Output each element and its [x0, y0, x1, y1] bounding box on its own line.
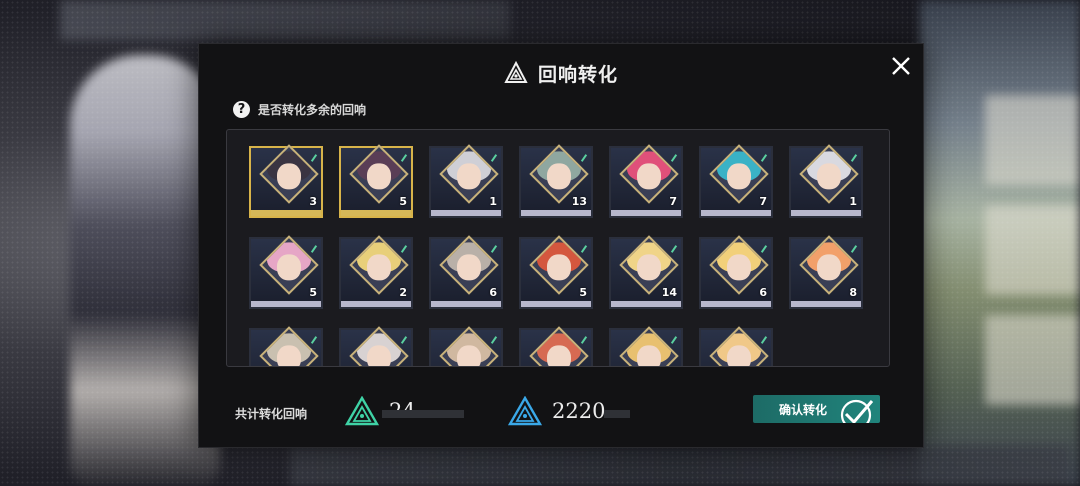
- echo-card[interactable]: 1: [429, 144, 503, 218]
- green-stat-bar: [382, 410, 464, 418]
- blue-stat-bar: [604, 410, 630, 418]
- echo-card[interactable]: 6: [429, 235, 503, 309]
- dialog-title: 回响转化: [537, 63, 618, 86]
- echo-card[interactable]: 3: [249, 144, 323, 218]
- echo-card[interactable]: 5: [519, 235, 593, 309]
- sparkle-icon: [670, 154, 678, 162]
- echo-card[interactable]: 7: [699, 144, 773, 218]
- sparkle-icon: [400, 336, 408, 344]
- echo-count: 8: [849, 286, 857, 299]
- echo-count: 3: [309, 195, 317, 208]
- blue-echo-count: 2220: [552, 399, 606, 423]
- echo-count: 7: [669, 195, 677, 208]
- sparkle-icon: [310, 245, 318, 253]
- echo-card[interactable]: 5: [249, 235, 323, 309]
- blue-tuner-icon: [508, 396, 542, 426]
- echo-grid: 3 5 1 13 7 7 1 5 2 6 5 14 6 8: [249, 144, 863, 366]
- echo-card[interactable]: [249, 326, 323, 366]
- echo-count: 2: [399, 286, 407, 299]
- sparkle-icon: [400, 245, 408, 253]
- total-converted-label: 共计转化回响: [235, 407, 308, 421]
- help-text: 是否转化多余的回响: [258, 103, 367, 117]
- echo-count: 1: [489, 195, 497, 208]
- echo-count: 5: [579, 286, 587, 299]
- echo-card[interactable]: [699, 326, 773, 366]
- sparkle-icon: [400, 154, 408, 162]
- sparkle-icon: [580, 336, 588, 344]
- echo-portrait: [709, 326, 769, 366]
- sparkle-icon: [490, 336, 498, 344]
- confirm-label: 确认转化: [779, 402, 828, 417]
- echo-count: 7: [759, 195, 767, 208]
- sparkle-icon: [310, 336, 318, 344]
- sparkle-icon: [580, 154, 588, 162]
- echo-grid-panel[interactable]: 3 5 1 13 7 7 1 5 2 6 5 14 6 8: [226, 129, 890, 367]
- question-icon[interactable]: ?: [233, 101, 250, 118]
- sparkle-icon: [850, 245, 858, 253]
- sparkle-icon: [490, 154, 498, 162]
- dialog-header: 回响转化: [199, 58, 923, 88]
- echo-card[interactable]: 8: [789, 235, 863, 309]
- echo-card[interactable]: 13: [519, 144, 593, 218]
- echo-portrait: [529, 326, 589, 366]
- sparkle-icon: [760, 245, 768, 253]
- echo-card[interactable]: [429, 326, 503, 366]
- echo-card[interactable]: 14: [609, 235, 683, 309]
- checkmark-icon: [840, 399, 874, 423]
- blue-echo-stat: 2220: [508, 396, 605, 426]
- echo-count: 5: [309, 286, 317, 299]
- sparkle-icon: [670, 336, 678, 344]
- echo-portrait: [439, 326, 499, 366]
- sparkle-icon: [580, 245, 588, 253]
- echo-card[interactable]: [519, 326, 593, 366]
- sparkle-icon: [310, 154, 318, 162]
- echo-card[interactable]: 6: [699, 235, 773, 309]
- confirm-convert-button[interactable]: 确认转化: [753, 395, 880, 423]
- sparkle-icon: [760, 336, 768, 344]
- close-button[interactable]: [887, 52, 915, 80]
- echo-portrait: [619, 326, 679, 366]
- echo-count: 6: [759, 286, 767, 299]
- echo-portrait: [349, 326, 409, 366]
- echo-card[interactable]: [609, 326, 683, 366]
- echo-count: 14: [661, 286, 677, 299]
- echo-count: 13: [571, 195, 587, 208]
- echo-count: 1: [849, 195, 857, 208]
- green-tuner-icon: [345, 396, 379, 426]
- close-icon[interactable]: [890, 55, 912, 77]
- echo-count: 5: [399, 195, 407, 208]
- echo-count: 6: [489, 286, 497, 299]
- echo-conversion-dialog: 回响转化 ? 是否转化多余的回响 3 5 1 13 7 7 1 5 2 6 5 14 6 8 共计转化回响…: [198, 43, 924, 448]
- echo-triangle-icon: [504, 61, 528, 83]
- echo-portrait: [259, 326, 319, 366]
- sparkle-icon: [850, 154, 858, 162]
- sparkle-icon: [760, 154, 768, 162]
- help-row: ? 是否转化多余的回响: [233, 101, 366, 118]
- echo-card[interactable]: 5: [339, 144, 413, 218]
- echo-card[interactable]: 7: [609, 144, 683, 218]
- echo-card[interactable]: [339, 326, 413, 366]
- sparkle-icon: [490, 245, 498, 253]
- echo-card[interactable]: 2: [339, 235, 413, 309]
- echo-card[interactable]: 1: [789, 144, 863, 218]
- sparkle-icon: [670, 245, 678, 253]
